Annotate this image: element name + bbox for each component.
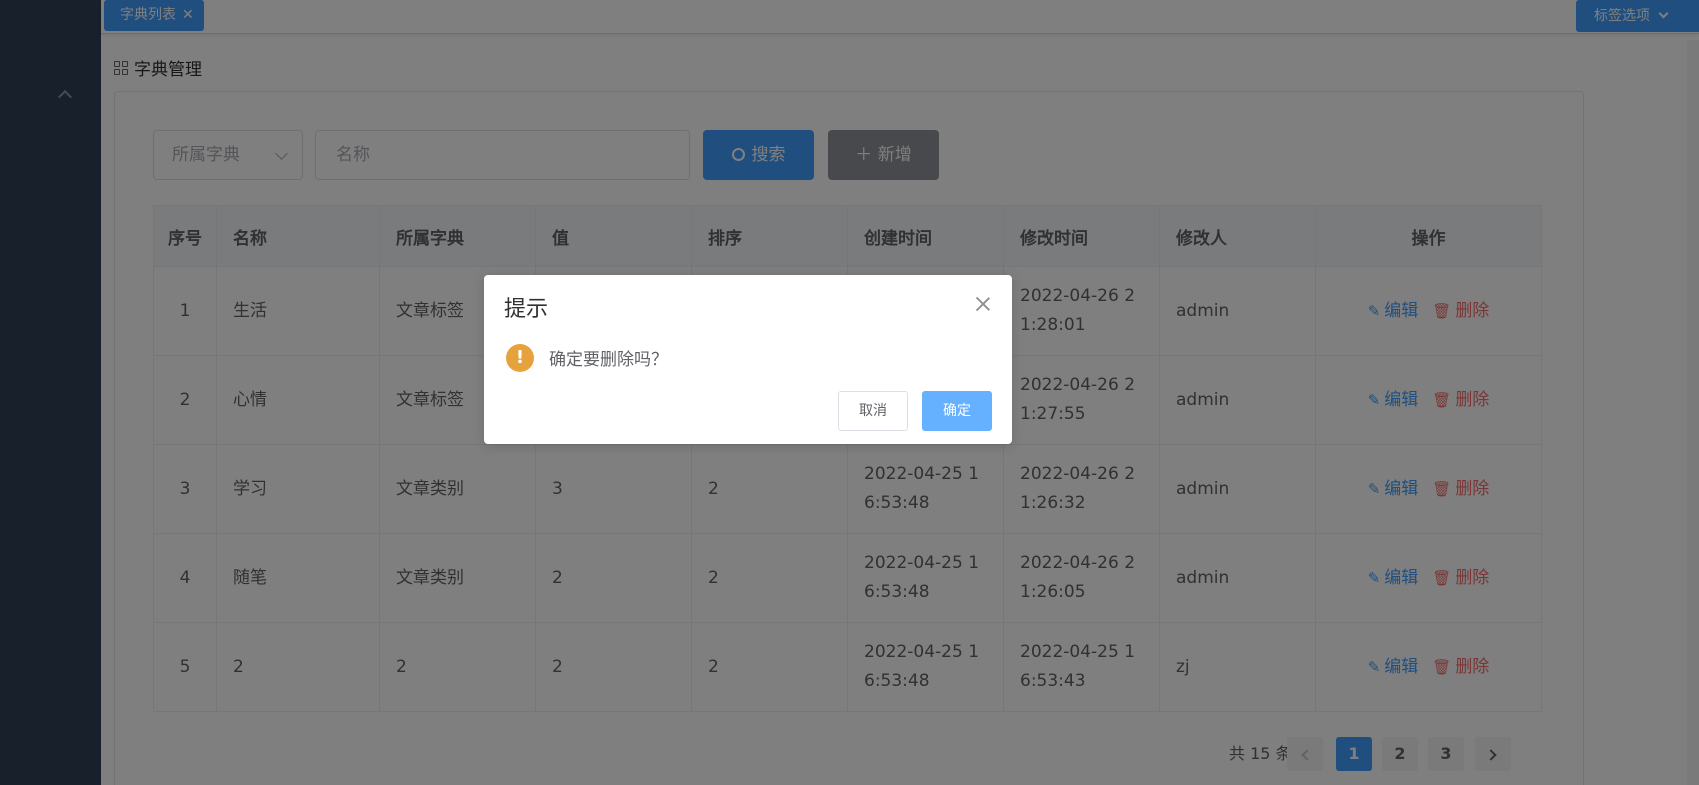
close-icon[interactable] [974, 295, 992, 313]
cancel-button[interactable]: 取消 [838, 391, 908, 431]
dialog-message: 确定要删除吗？ [549, 350, 668, 370]
warning-icon: ! [506, 344, 534, 372]
confirm-button[interactable]: 确定 [922, 391, 992, 431]
dialog-title: 提示 [504, 297, 549, 322]
confirm-dialog: 提示 ! 确定要删除吗？ 取消 确定 [484, 275, 1012, 444]
